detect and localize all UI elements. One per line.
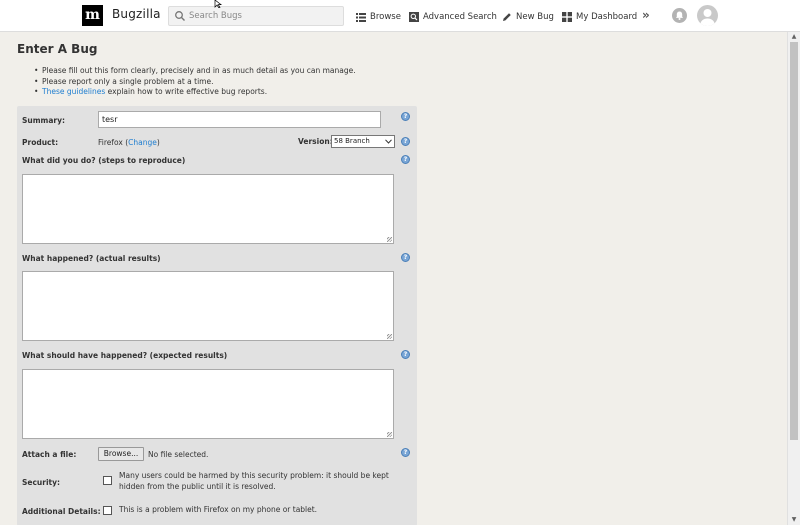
search-icon: [175, 11, 185, 21]
steps-label: What did you do? (steps to reproduce): [22, 156, 186, 165]
actual-results-textarea[interactable]: [22, 271, 394, 341]
notifications-button[interactable]: [672, 8, 687, 23]
summary-input[interactable]: [98, 111, 381, 128]
pencil-icon: [503, 13, 511, 21]
scrollbar-thumb[interactable]: [790, 42, 798, 440]
attach-file-help-icon[interactable]: ?: [401, 448, 410, 457]
instructions-list: Please fill out this form clearly, preci…: [34, 66, 356, 98]
summary-help-icon[interactable]: ?: [401, 112, 410, 121]
user-avatar[interactable]: [697, 5, 718, 26]
bell-icon: [675, 11, 684, 20]
mozilla-logo[interactable]: m: [82, 5, 103, 26]
version-selected-value: 58 Branch: [334, 137, 370, 145]
chevron-down-icon: [385, 139, 392, 144]
actual-results-help-icon[interactable]: ?: [401, 253, 410, 262]
expected-results-textarea[interactable]: [22, 369, 394, 439]
change-product-link[interactable]: Change: [128, 138, 157, 147]
nav-advanced-search[interactable]: Advanced Search: [409, 10, 497, 24]
no-file-selected-text: No file selected.: [148, 450, 209, 459]
steps-textarea[interactable]: [22, 174, 394, 244]
security-label: Security:: [22, 478, 61, 487]
resize-grip-icon[interactable]: [387, 237, 392, 242]
steps-help-icon[interactable]: ?: [401, 155, 410, 164]
actual-results-label: What happened? (actual results): [22, 254, 161, 263]
product-name: Firefox (: [98, 138, 129, 147]
nav-new-bug-label: New Bug: [516, 12, 554, 22]
user-icon: [700, 9, 715, 26]
app-title[interactable]: Bugzilla: [112, 7, 161, 21]
instruction-item: Please fill out this form clearly, preci…: [34, 66, 356, 77]
browse-file-button[interactable]: Browse...: [98, 447, 144, 461]
more-menu-button[interactable]: »: [642, 8, 650, 22]
version-label: Version:: [298, 137, 333, 146]
search-box[interactable]: [168, 6, 344, 26]
version-select[interactable]: 58 Branch: [331, 135, 395, 148]
page-title: Enter A Bug: [17, 42, 98, 56]
nav-browse-label: Browse: [370, 12, 401, 22]
product-value: Firefox (Change): [98, 138, 160, 147]
dashboard-icon: [562, 12, 572, 22]
resize-grip-icon[interactable]: [387, 432, 392, 437]
security-description: Many users could be harmed by this secur…: [119, 471, 389, 491]
search-input[interactable]: [189, 9, 339, 23]
mobile-device-checkbox[interactable]: [103, 506, 112, 515]
scroll-up-icon[interactable]: ▲: [789, 33, 799, 41]
product-label: Product:: [22, 138, 59, 147]
search-box-icon: [409, 12, 419, 22]
instruction-item: Please report only a single problem at a…: [34, 77, 356, 88]
list-icon: [356, 12, 366, 22]
scroll-down-icon[interactable]: ▼: [789, 516, 799, 524]
instruction-item: These guidelines explain how to write ef…: [34, 87, 356, 98]
nav-my-dashboard-label: My Dashboard: [576, 12, 638, 22]
guidelines-link[interactable]: These guidelines: [42, 87, 105, 96]
guidelines-text: explain how to write effective bug repor…: [105, 87, 268, 96]
additional-details-label: Additional Details:: [22, 507, 101, 516]
expected-results-label: What should have happened? (expected res…: [22, 351, 228, 360]
attach-file-label: Attach a file:: [22, 450, 77, 459]
version-help-icon[interactable]: ?: [401, 137, 410, 146]
mobile-device-description: This is a problem with Firefox on my pho…: [119, 505, 318, 514]
security-checkbox[interactable]: [103, 476, 112, 485]
top-header: m Bugzilla Browse Advanced Search New Bu…: [0, 0, 800, 32]
expected-results-help-icon[interactable]: ?: [401, 350, 410, 359]
nav-my-dashboard[interactable]: My Dashboard: [562, 10, 637, 24]
nav-new-bug[interactable]: New Bug: [502, 10, 554, 24]
nav-advanced-search-label: Advanced Search: [423, 12, 497, 22]
summary-label: Summary:: [22, 116, 66, 125]
mouse-cursor-icon: [214, 0, 223, 8]
product-close: ): [156, 138, 160, 147]
nav-browse[interactable]: Browse: [356, 10, 401, 24]
resize-grip-icon[interactable]: [387, 334, 392, 339]
